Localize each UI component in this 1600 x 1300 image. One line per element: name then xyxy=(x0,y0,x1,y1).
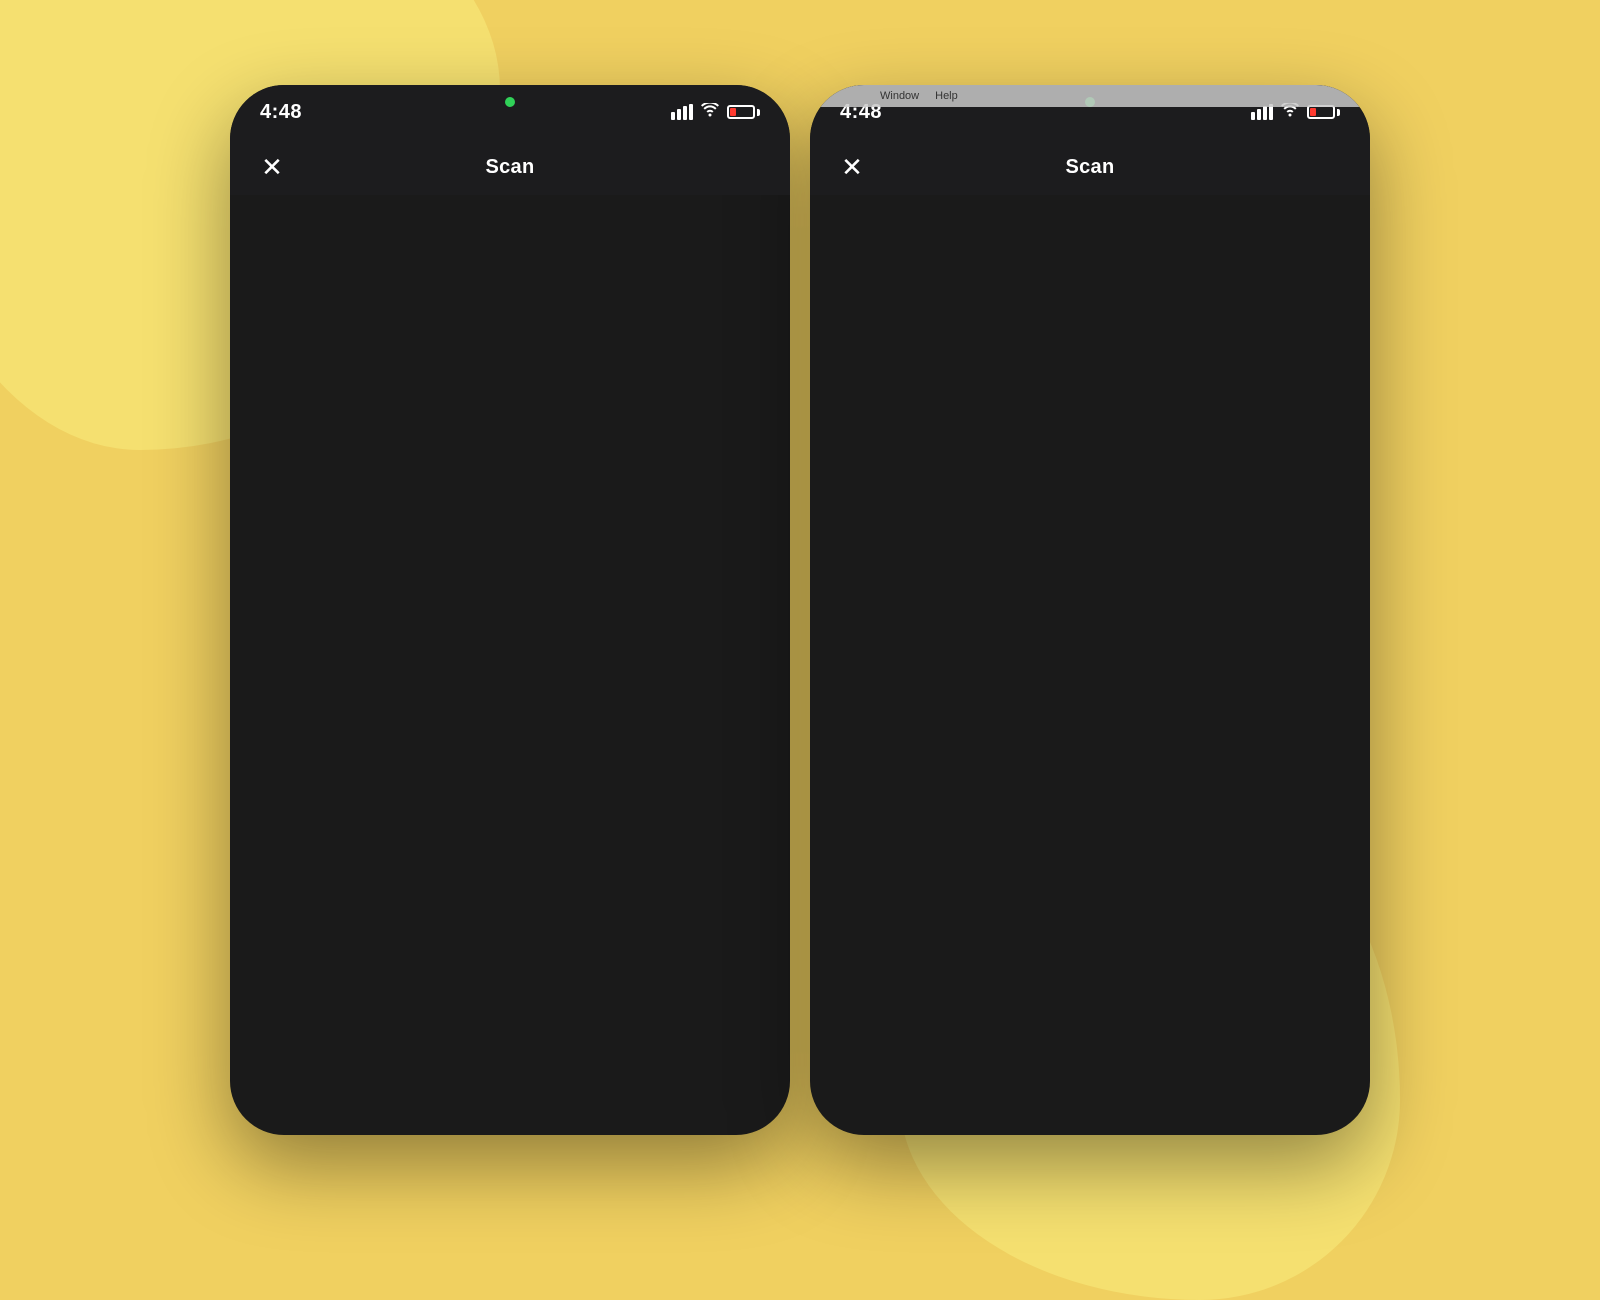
phone-right: Window Help 4:48 xyxy=(810,85,1370,1135)
header-bar-right: ✕ Scan xyxy=(810,139,1370,195)
phone-left: 4:48 xyxy=(230,85,790,1135)
mac-menubar-right: Window Help xyxy=(810,85,1370,107)
battery-icon-right xyxy=(1307,105,1340,119)
signal-icon-left xyxy=(671,104,693,120)
close-button-right[interactable]: ✕ xyxy=(834,149,870,185)
battery-icon-left xyxy=(727,105,760,119)
time-left: 4:48 xyxy=(260,101,302,124)
header-title-left: Scan xyxy=(485,156,534,179)
status-bar-right: Window Help 4:48 xyxy=(810,85,1370,139)
status-bar-left: 4:48 xyxy=(230,85,790,139)
wifi-icon-left xyxy=(701,103,719,122)
green-dot-left xyxy=(505,97,515,107)
mac-menu-help: Help xyxy=(935,90,958,102)
mac-menu-window: Window xyxy=(880,90,919,102)
close-button-left[interactable]: ✕ xyxy=(254,149,290,185)
header-title-right: Scan xyxy=(1065,156,1114,179)
phones-container: 4:48 xyxy=(230,85,1370,1135)
header-bar-left: ✕ Scan xyxy=(230,139,790,195)
status-icons-left xyxy=(671,103,760,122)
